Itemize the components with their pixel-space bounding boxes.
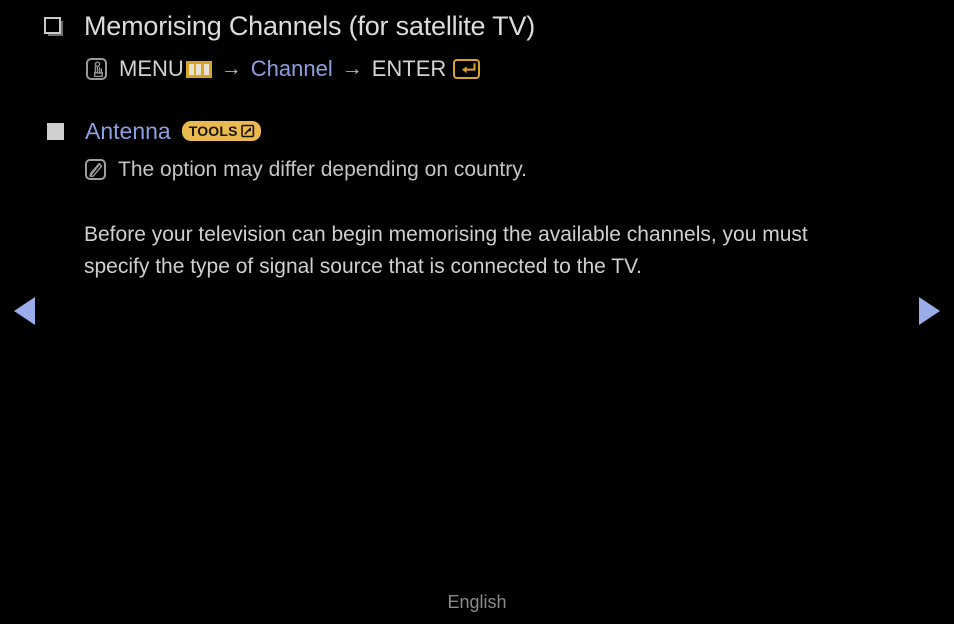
note-text: The option may differ depending on count… bbox=[118, 158, 527, 181]
previous-page-arrow-icon[interactable] bbox=[14, 297, 35, 325]
emanual-page: Memorising Channels (for satellite TV) M… bbox=[0, 0, 954, 624]
channel-label[interactable]: Channel bbox=[251, 55, 333, 83]
tools-arrow-icon bbox=[240, 124, 255, 138]
hollow-square-bullet-icon bbox=[44, 17, 61, 34]
enter-label: ENTER bbox=[371, 56, 447, 81]
menu-bars-icon bbox=[185, 60, 212, 78]
press-hand-icon bbox=[86, 58, 107, 80]
enter-key-icon bbox=[453, 59, 481, 79]
section-antenna-row: Antenna TOOLS bbox=[47, 117, 261, 145]
note-row: The option may differ depending on count… bbox=[85, 156, 527, 184]
section-label-antenna[interactable]: Antenna bbox=[85, 117, 171, 145]
menu-label: MENU bbox=[119, 56, 184, 81]
footer-language-label[interactable]: English bbox=[0, 592, 954, 613]
body-paragraph: Before your television can begin memoris… bbox=[84, 223, 808, 278]
solid-square-bullet-icon bbox=[47, 122, 64, 140]
tools-badge-label: TOOLS bbox=[188, 123, 238, 139]
tools-badge[interactable]: TOOLS bbox=[181, 121, 261, 141]
page-title-row: Memorising Channels (for satellite TV) bbox=[44, 8, 535, 44]
page-title: Memorising Channels (for satellite TV) bbox=[84, 11, 536, 41]
path-arrow-1: → bbox=[220, 57, 242, 80]
next-page-arrow-icon[interactable] bbox=[919, 297, 940, 325]
note-pencil-icon bbox=[85, 159, 106, 180]
menu-path-breadcrumb: MENU → Channel → ENTER bbox=[86, 55, 481, 83]
path-arrow-2: → bbox=[341, 57, 363, 80]
